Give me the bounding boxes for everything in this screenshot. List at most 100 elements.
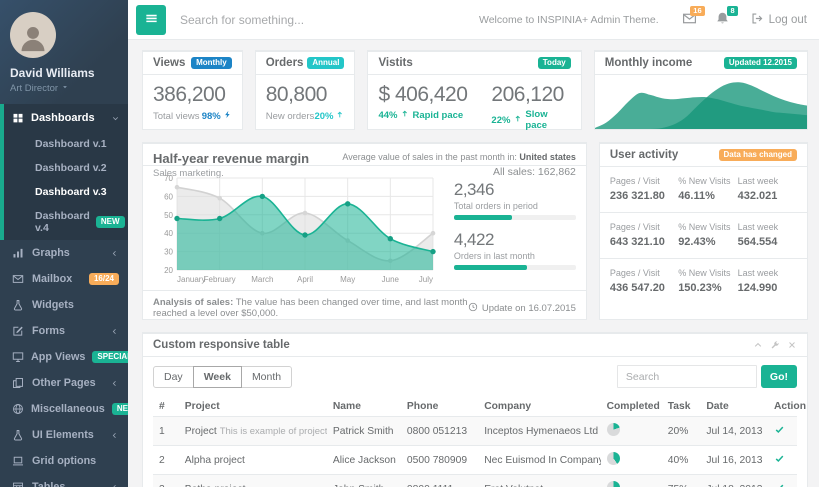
desktop-icon: [12, 351, 24, 363]
col-header: #: [153, 397, 179, 417]
messages-button[interactable]: 16: [682, 11, 697, 29]
sidebar-item-dashboard-v1[interactable]: Dashboard v.1: [4, 132, 128, 156]
panel-title: Half-year revenue margin: [153, 151, 309, 166]
orders-panel: Orders Annual 80,800 New orders 20%: [255, 50, 356, 130]
activity-row: Pages / Visit643 321.10 % New Visits92.4…: [600, 213, 807, 259]
svg-text:60: 60: [164, 192, 173, 201]
sidebar-item-dashboard-v3[interactable]: Dashboard v.3: [4, 180, 128, 204]
bar-chart-icon: [12, 247, 25, 259]
collapse-button[interactable]: [753, 340, 763, 350]
orders-percent: 20%: [314, 110, 344, 122]
sidebar-item-graphs[interactable]: Graphs: [0, 240, 128, 266]
range-button-week[interactable]: Week: [193, 366, 242, 388]
svg-text:20: 20: [164, 266, 173, 275]
messages-count-badge: 16: [690, 6, 704, 17]
notifications-button[interactable]: 8: [715, 11, 730, 29]
table-row: 3 Betha project John Smith 0800 1111 Era…: [153, 475, 797, 487]
settings-button[interactable]: [770, 340, 780, 350]
sidebar-item-dashboard-v2[interactable]: Dashboard v.2: [4, 156, 128, 180]
chevron-left-icon: [110, 327, 119, 336]
mailbox-badge: 16/24: [89, 273, 119, 285]
col-header: Action: [768, 397, 797, 417]
avatar: [10, 12, 56, 58]
table-search-input[interactable]: [617, 365, 757, 388]
range-button-day[interactable]: Day: [153, 366, 194, 388]
check-icon[interactable]: [774, 424, 785, 435]
svg-text:30: 30: [164, 248, 173, 257]
visits-stat: 206,120 22%Slow pace: [491, 83, 570, 121]
sign-out-icon: [751, 12, 764, 28]
main-area: Welcome to INSPINIA+ Admin Theme. 16 8 L…: [128, 0, 819, 487]
bolt-icon: [223, 110, 232, 122]
svg-text:50: 50: [164, 211, 173, 220]
chevron-left-icon: [110, 249, 119, 258]
content: Views Monthly 386,200 Total views 98% Or…: [128, 40, 819, 487]
panel-title: User activity: [610, 149, 678, 161]
sidebar-item-miscellaneous[interactable]: Miscellaneous NEW: [0, 396, 128, 422]
person-icon: [16, 21, 50, 58]
clock-icon: [468, 302, 478, 315]
sidebar-item-dashboards[interactable]: Dashboards: [4, 104, 128, 132]
svg-text:July: July: [419, 275, 433, 284]
col-header: Company: [478, 397, 600, 417]
logout-button[interactable]: Log out: [751, 12, 807, 28]
sidebar-item-other-pages[interactable]: Other Pages: [0, 370, 128, 396]
views-panel: Views Monthly 386,200 Total views 98%: [142, 50, 243, 130]
laptop-icon: [12, 455, 25, 467]
col-header: Phone: [401, 397, 478, 417]
chevron-down-icon: [111, 114, 120, 123]
chevron-left-icon: [110, 483, 119, 487]
search-input[interactable]: [180, 13, 479, 27]
pencil-icon: [12, 325, 25, 337]
col-header: Completed: [601, 397, 662, 417]
annual-badge: Annual: [307, 57, 344, 69]
profile-block: David Williams Art Director: [0, 0, 128, 104]
completed-pie: [607, 452, 620, 465]
user-activity-panel: User activity Data has changed Pages / V…: [599, 142, 808, 320]
monthly-badge: Monthly: [191, 57, 232, 69]
sidebar-item-grid-options[interactable]: Grid options: [0, 448, 128, 474]
new-badge: NEW: [112, 403, 128, 415]
welcome-text: Welcome to INSPINIA+ Admin Theme.: [479, 14, 659, 26]
sidebar-item-ui-elements[interactable]: UI Elements: [0, 422, 128, 448]
go-button[interactable]: Go!: [761, 365, 797, 388]
progress-bar: [454, 215, 576, 220]
monthly-income-chart: [595, 75, 807, 129]
panel-title: Views: [153, 57, 185, 69]
chevron-left-icon: [110, 431, 119, 440]
panel-title: Monthly income: [605, 57, 693, 69]
panel-title: Orders: [266, 57, 304, 69]
user-role-dropdown[interactable]: Art Director: [10, 83, 118, 94]
sidebar-item-mailbox[interactable]: Mailbox 16/24: [0, 266, 128, 292]
activity-row: Pages / Visit436 547.20 % New Visits150.…: [600, 259, 807, 304]
check-icon[interactable]: [774, 482, 785, 487]
chevron-left-icon: [110, 379, 119, 388]
sidebar-item-tables[interactable]: Tables: [0, 474, 128, 487]
alerts-count-badge: 8: [727, 6, 737, 17]
topbar: Welcome to INSPINIA+ Admin Theme. 16 8 L…: [128, 0, 819, 40]
monthly-income-panel: Monthly income Updated 12.2015: [594, 50, 808, 130]
sidebar-item-app-views[interactable]: App Views SPECIAL: [0, 344, 128, 370]
envelope-icon: [12, 273, 25, 285]
bars-icon: [144, 11, 159, 29]
sidebar-item-forms[interactable]: Forms: [0, 318, 128, 344]
new-badge: NEW: [96, 216, 125, 228]
check-icon[interactable]: [774, 453, 785, 464]
range-button-group: Day Week Month: [153, 366, 292, 388]
globe-icon: [12, 403, 24, 415]
orders-value: 80,800: [266, 83, 345, 107]
sidebar-item-widgets[interactable]: Widgets: [0, 292, 128, 318]
minimize-sidebar-button[interactable]: [136, 5, 166, 35]
level-up-icon: [400, 109, 409, 121]
special-badge: SPECIAL: [92, 351, 128, 363]
projects-table: # Project Name Phone Company Completed T…: [153, 397, 797, 487]
sidebar-item-dashboard-v4[interactable]: Dashboard v.4 NEW: [4, 204, 128, 240]
completed-pie: [607, 423, 620, 436]
revenue-margin-chart: 203040506070JanuaryFebruaryMarchAprilMay…: [153, 172, 440, 286]
table-row: 1 Project This is example of project Pat…: [153, 417, 797, 446]
table-row: 2 Alpha project Alice Jackson 0500 78090…: [153, 446, 797, 475]
svg-text:May: May: [340, 275, 355, 284]
range-button-month[interactable]: Month: [241, 366, 292, 388]
views-percent: 98%: [202, 110, 232, 122]
close-panel-button[interactable]: [787, 340, 797, 350]
